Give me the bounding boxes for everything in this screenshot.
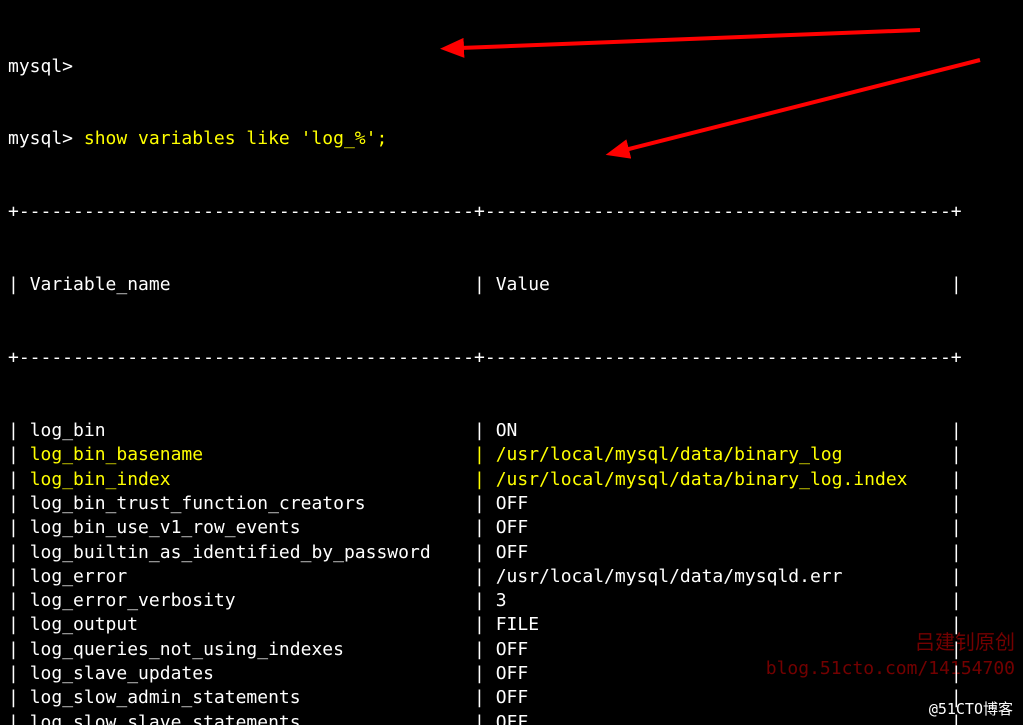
variable-name: log_bin_use_v1_row_events bbox=[30, 516, 463, 540]
table-row: | log_error_verbosity | 3 | bbox=[8, 589, 1015, 613]
variable-name: log_slave_updates bbox=[30, 662, 463, 686]
mysql-prompt: mysql> bbox=[8, 128, 84, 149]
variable-value: /usr/local/mysql/data/binary_log bbox=[496, 443, 940, 467]
table-separator: +---------------------------------------… bbox=[8, 200, 1015, 224]
variable-name: log_error_verbosity bbox=[30, 589, 463, 613]
variable-name: log_output bbox=[30, 613, 463, 637]
variable-value: FILE bbox=[496, 613, 940, 637]
mysql-prompt: mysql> bbox=[8, 56, 73, 77]
variable-value: OFF bbox=[496, 638, 940, 662]
table-row: | log_bin_index | /usr/local/mysql/data/… bbox=[8, 468, 1015, 492]
variable-name: log_slow_slave_statements bbox=[30, 711, 463, 725]
variable-value: OFF bbox=[496, 686, 940, 710]
header-variable-name: Variable_name bbox=[30, 273, 463, 297]
variable-value: OFF bbox=[496, 492, 940, 516]
variable-name: log_bin_index bbox=[30, 468, 463, 492]
variable-name: log_slow_admin_statements bbox=[30, 686, 463, 710]
terminal-output: mysql> mysql> show variables like 'log_%… bbox=[0, 0, 1023, 725]
table-row: | log_bin_use_v1_row_events | OFF | bbox=[8, 516, 1015, 540]
header-value: Value bbox=[496, 273, 940, 297]
variable-value: /usr/local/mysql/data/mysqld.err bbox=[496, 565, 940, 589]
variable-value: OFF bbox=[496, 662, 940, 686]
table-row: | log_slow_admin_statements | OFF | bbox=[8, 686, 1015, 710]
table-row: | log_error | /usr/local/mysql/data/mysq… bbox=[8, 565, 1015, 589]
variable-value: /usr/local/mysql/data/binary_log.index bbox=[496, 468, 940, 492]
variable-value: OFF bbox=[496, 516, 940, 540]
variable-value: ON bbox=[496, 419, 940, 443]
variable-value: OFF bbox=[496, 711, 940, 725]
table-separator: +---------------------------------------… bbox=[8, 346, 1015, 370]
variable-name: log_queries_not_using_indexes bbox=[30, 638, 463, 662]
table-row: | log_output | FILE | bbox=[8, 613, 1015, 637]
variable-value: 3 bbox=[496, 589, 940, 613]
variable-value: OFF bbox=[496, 541, 940, 565]
table-row: | log_bin_basename | /usr/local/mysql/da… bbox=[8, 443, 1015, 467]
variable-name: log_bin_basename bbox=[30, 443, 463, 467]
table-row: | log_builtin_as_identified_by_password … bbox=[8, 541, 1015, 565]
variable-name: log_error bbox=[30, 565, 463, 589]
variable-name: log_builtin_as_identified_by_password bbox=[30, 541, 463, 565]
table-row: | log_bin_trust_function_creators | OFF … bbox=[8, 492, 1015, 516]
table-row: | log_bin | ON | bbox=[8, 419, 1015, 443]
sql-command: show variables like 'log_%'; bbox=[84, 128, 387, 149]
table-row: | log_queries_not_using_indexes | OFF | bbox=[8, 638, 1015, 662]
variable-name: log_bin_trust_function_creators bbox=[30, 492, 463, 516]
brand-label: @51CTO博客 bbox=[929, 699, 1013, 719]
table-header-row: | Variable_name | Value | bbox=[8, 273, 1015, 297]
table-row: | log_slave_updates | OFF | bbox=[8, 662, 1015, 686]
variable-name: log_bin bbox=[30, 419, 463, 443]
table-row: | log_slow_slave_statements | OFF | bbox=[8, 711, 1015, 725]
